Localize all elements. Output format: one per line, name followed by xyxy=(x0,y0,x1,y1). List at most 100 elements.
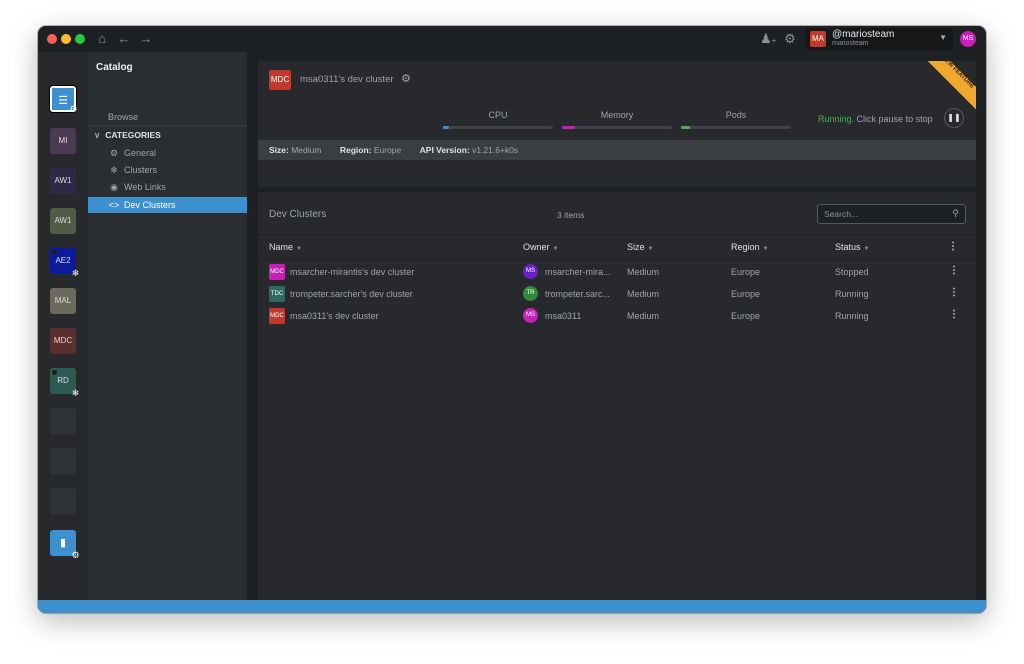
new-feature-ribbon: NEW FEATURE xyxy=(924,61,976,113)
hotbar-item[interactable]: AW1 xyxy=(50,208,76,234)
column-header-size[interactable]: Size ▼ xyxy=(627,242,653,252)
cell-status: Running xyxy=(835,289,869,299)
search-box: ⚲ xyxy=(817,204,966,224)
hotbar-item[interactable]: AE2 ❄ xyxy=(50,248,79,278)
hotbar-item[interactable]: RD ❄ xyxy=(50,368,79,398)
hotbar-item-label: AW1 xyxy=(54,176,72,185)
sort-icon: ▼ xyxy=(296,246,302,252)
gear-icon: ⚙ xyxy=(69,104,78,114)
app-window: ⌂ ← → ♟+ ⚙ MA @mariosteam mariosteam ▼ M… xyxy=(38,26,986,613)
sidebar-item-browse[interactable]: Browse xyxy=(108,112,138,122)
profile-avatar[interactable]: MS xyxy=(960,31,976,47)
column-menu-icon[interactable]: ⋮ xyxy=(948,241,958,252)
cell-size: Medium xyxy=(627,289,660,299)
divider xyxy=(258,234,976,235)
column-header-owner[interactable]: Owner ▼ xyxy=(523,242,558,252)
hotbar-catalog[interactable]: ☰ ⚙ xyxy=(50,86,78,114)
sidebar-item-general[interactable]: ⚙ General xyxy=(88,145,247,161)
home-icon[interactable]: ⌂ xyxy=(94,31,110,47)
metric-label: CPU xyxy=(488,110,508,120)
column-header-name[interactable]: Name ▼ xyxy=(269,242,302,252)
avatar: MS xyxy=(523,308,538,323)
cell-owner: msa0311 xyxy=(545,311,582,321)
search-input[interactable] xyxy=(824,208,944,220)
metric-memory: Memory xyxy=(562,110,672,129)
chevron-down-icon: ▼ xyxy=(939,33,947,42)
hotbar-empty-slot[interactable] xyxy=(50,448,76,474)
categories-header[interactable]: ∨ CATEGORIES xyxy=(94,130,161,141)
catalog-icon: ☰ xyxy=(58,95,68,107)
sidebar-item-dev-clusters[interactable]: <> Dev Clusters xyxy=(88,197,247,213)
door-icon: ▮ xyxy=(59,537,67,549)
gear-icon[interactable]: ⚙ xyxy=(782,31,798,47)
sidebar-title: Catalog xyxy=(96,62,133,73)
arrow-left-icon[interactable]: ← xyxy=(116,31,132,47)
metric-bar xyxy=(562,126,672,129)
zoom-window-button[interactable] xyxy=(75,34,85,44)
hotbar-item-label: AW1 xyxy=(54,216,72,225)
globe-icon: ◉ xyxy=(110,182,118,192)
user-avatar: MA xyxy=(810,31,826,47)
cell-size: Medium xyxy=(627,267,660,277)
sidebar-item-label: Dev Clusters xyxy=(124,200,176,210)
cell-status: Stopped xyxy=(835,267,869,277)
cell-region: Europe xyxy=(731,289,761,299)
hotbar-item-label: RD xyxy=(57,376,69,385)
cluster-badge: TDC xyxy=(269,286,285,302)
cell-name: msa0311's dev cluster xyxy=(290,311,379,321)
minimize-window-button[interactable] xyxy=(61,34,71,44)
divider xyxy=(88,125,247,126)
hotbar-item-label: MDC xyxy=(53,336,73,345)
hotbar-item[interactable]: MI xyxy=(50,128,76,154)
cluster-title: msa0311's dev cluster xyxy=(300,74,394,85)
pause-hint: Click pause to stop xyxy=(856,114,933,124)
hotbar-item-label: AE2 xyxy=(55,256,71,265)
list-title: Dev Clusters xyxy=(269,209,327,220)
search-icon[interactable]: ⚲ xyxy=(952,208,959,219)
column-label: Owner xyxy=(523,242,550,252)
cell-size: Medium xyxy=(627,311,660,321)
avatar: TR xyxy=(523,286,538,301)
metric-fill xyxy=(443,126,449,129)
cell-region: Europe xyxy=(731,311,761,321)
avatar: MS xyxy=(523,264,538,279)
hotbar-add-button[interactable]: ▮ ⚙ xyxy=(50,530,80,560)
divider xyxy=(258,259,976,260)
column-header-status[interactable]: Status ▼ xyxy=(835,242,869,252)
item-count: 3 items xyxy=(557,210,585,220)
sidebar-item-clusters[interactable]: ❄ Clusters xyxy=(88,162,247,178)
cluster-icon: ❄ xyxy=(110,165,118,175)
main-panel: MDC msa0311's dev cluster ⚙ NEW FEATURE … xyxy=(249,52,986,613)
hotbar-empty-slot[interactable] xyxy=(50,488,76,514)
sort-icon: ▼ xyxy=(647,246,654,252)
hotbar-item-label: MI xyxy=(58,136,68,145)
row-menu-icon[interactable]: ⋮ xyxy=(949,265,959,276)
sidebar-item-web-links[interactable]: ◉ Web Links xyxy=(88,179,247,195)
add-user-icon[interactable]: ♟+ xyxy=(760,31,776,47)
cluster-detail-card: MDC msa0311's dev cluster ⚙ NEW FEATURE … xyxy=(258,61,976,187)
close-window-button[interactable] xyxy=(47,34,57,44)
column-header-region[interactable]: Region ▼ xyxy=(731,242,768,252)
row-menu-icon[interactable]: ⋮ xyxy=(949,309,959,320)
sidebar-item-label: Web Links xyxy=(124,182,166,192)
column-label: Size xyxy=(627,242,645,252)
ribbon-label: NEW FEATURE xyxy=(924,61,976,110)
user-menu[interactable]: MA @mariosteam mariosteam ▼ xyxy=(805,28,953,50)
pause-button[interactable]: ❚❚ xyxy=(944,108,964,128)
hotbar-item[interactable]: MDC xyxy=(50,328,76,354)
sidebar-item-label: General xyxy=(124,148,157,158)
cluster-badge: MDC xyxy=(269,308,285,324)
metric-fill xyxy=(681,126,690,129)
hotbar-item[interactable]: MAL xyxy=(50,288,76,314)
hotbar-item[interactable]: AW1 xyxy=(50,168,76,194)
row-menu-icon[interactable]: ⋮ xyxy=(949,287,959,298)
arrow-right-icon[interactable]: → xyxy=(138,31,154,47)
api-version-label: API Version: xyxy=(419,145,470,155)
api-version-value: v1.21.6+k0s xyxy=(472,145,519,155)
cell-name: msarcher-mirantis's dev cluster xyxy=(290,267,415,277)
gear-icon: ⚙ xyxy=(109,148,119,158)
code-icon: <> xyxy=(108,200,120,210)
gear-icon[interactable]: ⚙ xyxy=(401,72,411,85)
metric-fill xyxy=(562,126,576,129)
hotbar-empty-slot[interactable] xyxy=(50,408,76,434)
